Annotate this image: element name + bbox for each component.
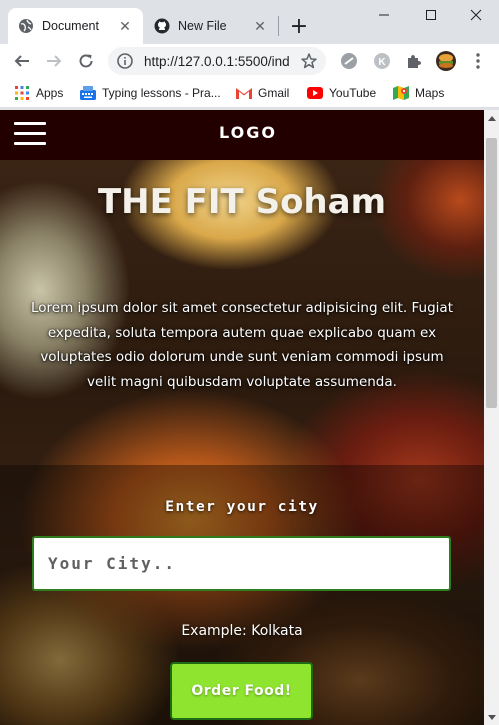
profile-avatar[interactable] <box>436 51 456 71</box>
bookmarks-bar: Apps Typing lessons - Pra... Gmail YouTu… <box>0 78 499 108</box>
maximize-icon[interactable] <box>408 0 454 30</box>
close-tab-icon[interactable]: ✕ <box>252 18 268 34</box>
bookmark-maps[interactable]: Maps <box>393 84 444 102</box>
globe-icon <box>18 18 34 34</box>
bookmark-apps[interactable]: Apps <box>14 84 63 102</box>
tab-title: Document <box>42 19 99 33</box>
tab-document[interactable]: Document ✕ <box>8 8 143 44</box>
tab-separator <box>278 16 279 36</box>
minimize-icon[interactable] <box>361 0 407 30</box>
tab-new-file[interactable]: New File ✕ <box>144 8 278 44</box>
back-arrow-icon[interactable] <box>10 49 34 73</box>
new-tab-button[interactable]: + <box>287 14 311 39</box>
scroll-up-icon[interactable] <box>484 110 499 125</box>
city-label: Enter your city <box>165 499 319 515</box>
tab-strip: Document ✕ New File ✕ + <box>0 0 499 44</box>
close-tab-icon[interactable]: ✕ <box>117 18 133 34</box>
hero-title: THE FIT Soham <box>97 182 387 222</box>
page-viewport: LOGO THE FIT Soham Lorem ipsum dolor sit… <box>0 110 484 725</box>
gmail-icon <box>236 85 252 101</box>
address-bar[interactable]: http://127.0.0.1:5500/ind <box>108 47 326 75</box>
site-navbar: LOGO <box>0 110 484 160</box>
bookmark-typing-lessons[interactable]: Typing lessons - Pra... <box>80 84 221 102</box>
apps-grid-icon <box>14 85 30 101</box>
bookmark-label: Gmail <box>258 86 290 100</box>
hero-description: Lorem ipsum dolor sit amet consectetur a… <box>31 300 453 390</box>
github-icon <box>154 18 170 34</box>
youtube-icon <box>307 85 323 101</box>
hero-section: THE FIT Soham Lorem ipsum dolor sit amet… <box>0 160 484 725</box>
info-icon[interactable] <box>116 52 134 70</box>
maps-icon <box>393 85 409 101</box>
extensions-puzzle-icon[interactable] <box>404 51 424 71</box>
scrollbar-thumb[interactable] <box>486 138 497 408</box>
typing-icon <box>80 85 96 101</box>
close-window-icon[interactable] <box>453 0 499 30</box>
order-form: Enter your city Example: Kolkata Order F… <box>0 465 484 725</box>
bookmark-label: YouTube <box>329 86 377 100</box>
extension-shield-icon[interactable] <box>339 51 359 71</box>
bookmark-label: Typing lessons - Pra... <box>102 86 221 100</box>
city-input[interactable] <box>32 536 451 591</box>
page-scrollbar[interactable] <box>484 110 499 725</box>
bookmark-youtube[interactable]: YouTube <box>307 84 376 102</box>
browser-toolbar: http://127.0.0.1:5500/ind K <box>0 44 499 78</box>
bookmark-label: Maps <box>415 86 445 100</box>
bookmark-star-icon[interactable] <box>298 50 320 72</box>
forward-arrow-icon[interactable] <box>42 49 66 73</box>
site-logo[interactable]: LOGO <box>0 123 484 142</box>
bookmark-gmail[interactable]: Gmail <box>236 84 289 102</box>
reload-icon[interactable] <box>74 49 98 73</box>
tab-title: New File <box>178 19 227 33</box>
scroll-down-icon[interactable] <box>484 710 499 725</box>
svg-text:K: K <box>378 57 386 68</box>
url-text: http://127.0.0.1:5500/ind <box>144 53 290 69</box>
order-food-button[interactable]: Order Food! <box>170 662 313 720</box>
extension-k-icon[interactable]: K <box>372 51 392 71</box>
bookmark-label: Apps <box>36 86 64 100</box>
more-menu-icon[interactable] <box>468 51 488 71</box>
example-hint: Example: Kolkata <box>181 623 303 639</box>
